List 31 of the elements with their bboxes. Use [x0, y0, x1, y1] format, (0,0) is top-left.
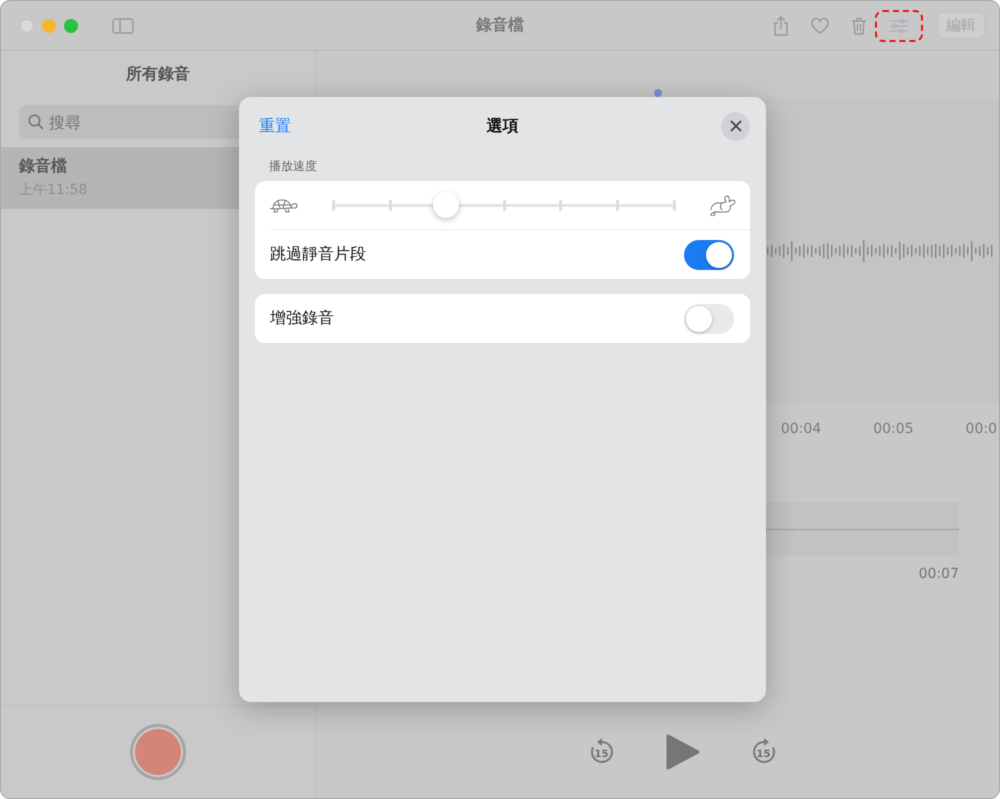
- toggle-switch[interactable]: [684, 304, 734, 334]
- share-icon[interactable]: [773, 16, 789, 36]
- sidebar-title: 所有錄音: [126, 64, 190, 85]
- sliders-icon[interactable]: [889, 18, 909, 32]
- record-button[interactable]: [130, 724, 186, 780]
- skip-back-button[interactable]: 15: [588, 738, 616, 766]
- zoom-window-icon[interactable]: [64, 18, 78, 32]
- timeline-label: 00:0: [966, 421, 997, 437]
- timeline-label: 00:04: [780, 421, 822, 437]
- playhead-dot: [654, 89, 662, 97]
- close-icon: [730, 120, 742, 132]
- skip-forward-button[interactable]: 15: [750, 738, 778, 766]
- rabbit-icon: [708, 194, 736, 216]
- toggle-switch[interactable]: [684, 240, 734, 270]
- speed-slider[interactable]: [333, 192, 674, 218]
- reset-button[interactable]: 重置: [259, 116, 291, 136]
- close-window-icon[interactable]: [20, 18, 34, 32]
- play-icon[interactable]: [666, 733, 700, 771]
- close-button[interactable]: [721, 112, 750, 140]
- trash-icon[interactable]: [851, 16, 867, 34]
- toggle-label: 增強錄音: [270, 308, 334, 329]
- minimize-window-icon[interactable]: [42, 18, 56, 32]
- sheet-title: 選項: [486, 116, 518, 136]
- search-icon: [28, 114, 44, 130]
- section-label: 播放速度: [269, 158, 317, 175]
- sidebar-toggle-icon[interactable]: [112, 18, 134, 34]
- toggle-label: 跳過靜音片段: [270, 244, 366, 265]
- heart-icon[interactable]: [811, 18, 829, 34]
- duration-label: 00:07: [918, 566, 959, 582]
- timeline-label: 00:05: [873, 421, 914, 437]
- window-title: 錄音檔: [474, 15, 525, 36]
